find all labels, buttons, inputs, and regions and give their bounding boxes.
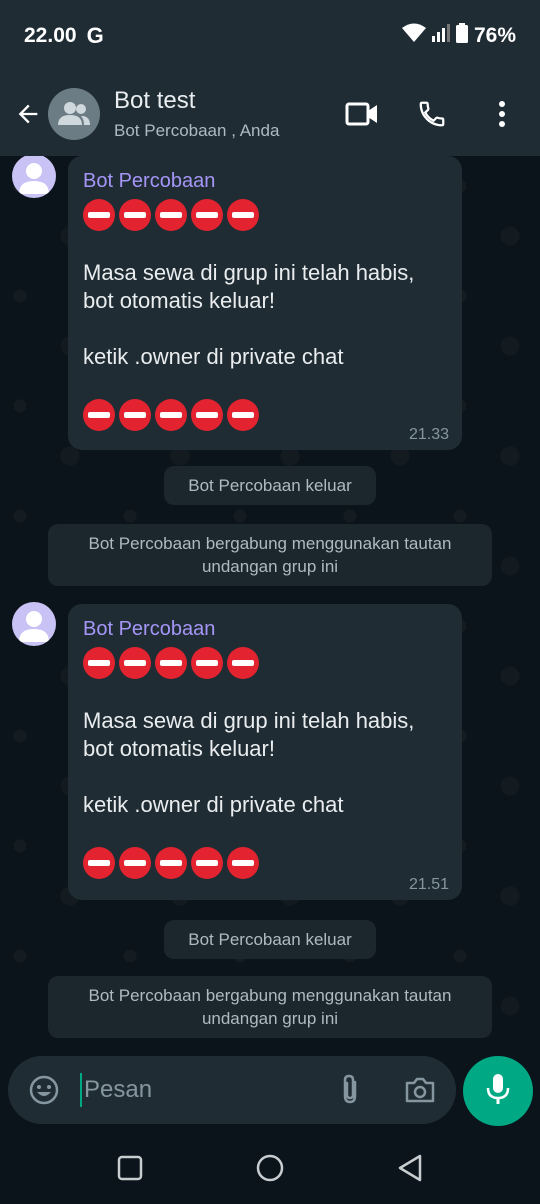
no-entry-icon: [155, 399, 187, 431]
attach-icon[interactable]: [328, 1068, 372, 1112]
sender-name[interactable]: Bot Percobaan: [83, 618, 448, 641]
system-message-joined: Bot Percobaan bergabung menggunakan taut…: [48, 976, 492, 1038]
home-icon[interactable]: [250, 1148, 290, 1188]
no-entry-icon: [119, 847, 151, 879]
no-entry-icon: [191, 199, 223, 231]
signal-icon: [431, 24, 450, 48]
no-entry-icon: [191, 399, 223, 431]
no-entry-icon: [119, 647, 151, 679]
back-nav-icon[interactable]: [390, 1148, 430, 1188]
message-time: 21.33: [408, 426, 449, 443]
message-time: 21.51: [408, 876, 449, 893]
no-entry-icon: [119, 399, 151, 431]
no-entry-icon: [83, 199, 115, 231]
chat-header-info[interactable]: Bot test Bot Percobaan , Anda: [114, 87, 279, 141]
no-entry-emoji-row: [83, 847, 448, 879]
mic-icon: [485, 1072, 511, 1111]
no-entry-icon: [83, 847, 115, 879]
status-time: 22.00: [24, 24, 77, 47]
no-entry-icon: [227, 199, 259, 231]
message-bubble[interactable]: Bot Percobaan Masa sewa di grup ini tela…: [68, 604, 462, 900]
no-entry-icon: [227, 647, 259, 679]
sender-avatar[interactable]: [12, 156, 56, 198]
no-entry-icon: [191, 647, 223, 679]
battery-percent: 76%: [473, 24, 516, 47]
message-text-line: bot otomatis keluar!: [83, 288, 275, 313]
message-text-line: [83, 763, 448, 791]
google-icon: G: [86, 23, 104, 48]
message-text-line: bot otomatis keluar!: [83, 736, 275, 761]
no-entry-icon: [83, 399, 115, 431]
sender-avatar[interactable]: [12, 602, 56, 646]
chat-header: Bot test Bot Percobaan , Anda: [0, 72, 540, 156]
system-message-line: Bot Percobaan bergabung menggunakan taut…: [88, 534, 452, 553]
camera-icon[interactable]: [398, 1068, 442, 1112]
no-entry-icon: [155, 647, 187, 679]
chat-title: Bot test: [114, 87, 196, 114]
no-entry-emoji-row: [83, 399, 448, 431]
chat-participants: Bot Percobaan , Anda: [114, 121, 280, 140]
no-entry-icon: [155, 847, 187, 879]
system-message-joined: Bot Percobaan bergabung menggunakan taut…: [48, 524, 492, 586]
more-vert-icon[interactable]: [478, 90, 526, 138]
message-text-line: Masa sewa di grup ini telah habis,: [83, 260, 415, 285]
system-message-line: undangan grup ini: [201, 1009, 339, 1028]
no-entry-icon: [227, 399, 259, 431]
text-cursor: [80, 1073, 82, 1107]
system-message: Bot Percobaan keluar: [164, 920, 376, 959]
message-text-line: ketik .owner di private chat: [83, 792, 344, 817]
no-entry-icon: [83, 647, 115, 679]
message-composer: [8, 1056, 456, 1124]
no-entry-icon: [119, 199, 151, 231]
message-bubble[interactable]: Bot Percobaan Masa sewa di grup ini tela…: [68, 156, 462, 450]
system-message-line: undangan grup ini: [201, 557, 339, 576]
status-bar: 22.00 G 76%: [0, 0, 540, 72]
message-text-line: ketik .owner di private chat: [83, 344, 344, 369]
emoji-icon[interactable]: [22, 1068, 66, 1112]
no-entry-emoji-row: [83, 199, 448, 231]
phone-icon[interactable]: [408, 90, 456, 138]
system-nav-bar: [0, 1132, 540, 1204]
group-avatar-icon[interactable]: [48, 88, 100, 140]
wifi-icon: [401, 23, 426, 49]
message-input[interactable]: [84, 1076, 314, 1104]
video-call-icon[interactable]: [338, 90, 386, 138]
sender-name[interactable]: Bot Percobaan: [83, 170, 448, 193]
message-text-line: [83, 315, 448, 343]
system-message: Bot Percobaan keluar: [164, 466, 376, 505]
message-text-line: Masa sewa di grup ini telah habis,: [83, 708, 415, 733]
mic-button[interactable]: [463, 1056, 533, 1126]
no-entry-icon: [191, 847, 223, 879]
system-message-line: Bot Percobaan bergabung menggunakan taut…: [88, 986, 452, 1005]
no-entry-emoji-row: [83, 647, 448, 679]
chat-area[interactable]: Bot Percobaan Masa sewa di grup ini tela…: [0, 156, 540, 1054]
no-entry-icon: [155, 199, 187, 231]
battery-icon: [455, 23, 468, 49]
recents-icon[interactable]: [110, 1148, 150, 1188]
no-entry-icon: [227, 847, 259, 879]
back-arrow-icon[interactable]: [4, 90, 52, 138]
